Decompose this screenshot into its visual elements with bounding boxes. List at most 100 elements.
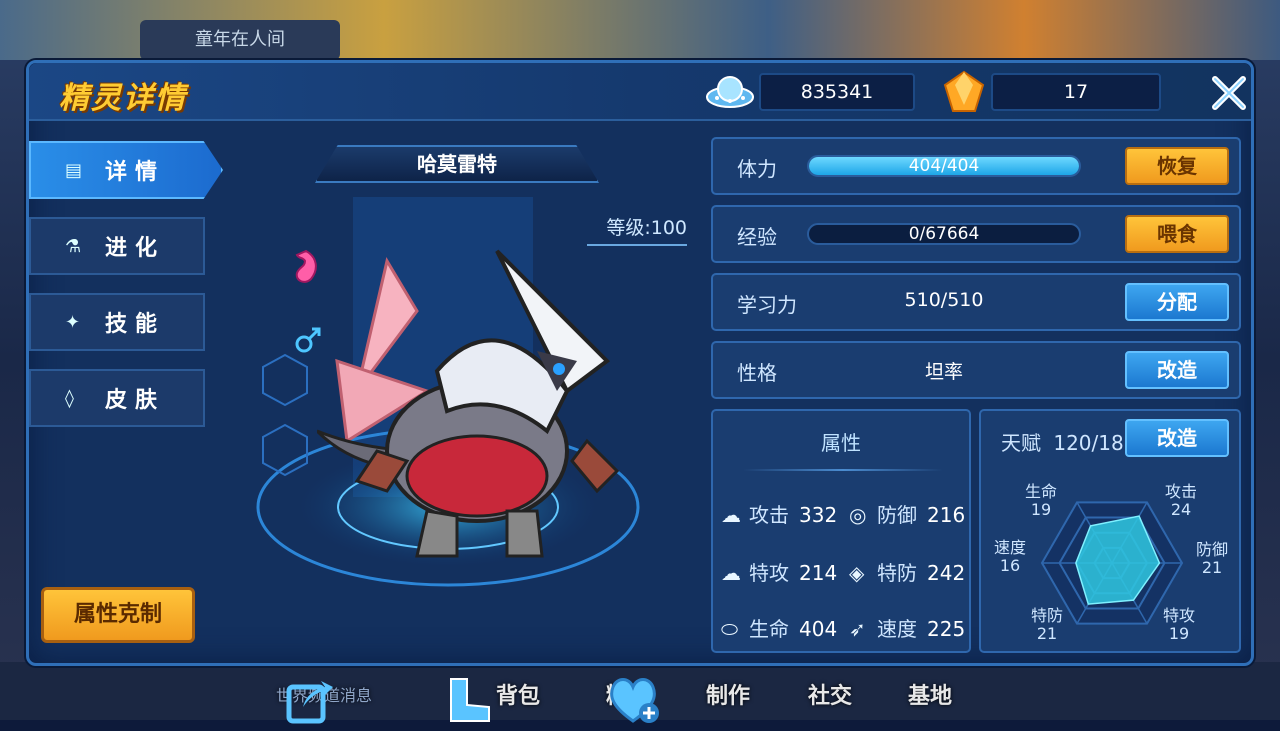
nature-row: 性格 坦率 改造 bbox=[711, 341, 1241, 399]
radar-defense-name: 防御 bbox=[1195, 540, 1228, 559]
attr-speed-value: 225 bbox=[927, 617, 966, 641]
radar-speed-name: 速度 bbox=[993, 538, 1026, 557]
radar-label-hp: 生命 19 bbox=[1011, 483, 1071, 519]
talent-label: 天赋 bbox=[1001, 431, 1041, 455]
talent-value: 120/186 bbox=[1053, 431, 1137, 455]
restore-button[interactable]: 恢复 bbox=[1125, 147, 1229, 185]
radar-label-defense: 防御 21 bbox=[1185, 541, 1239, 577]
hp-label: 体力 bbox=[737, 157, 777, 181]
pet-stage: 哈莫雷特 等级:100 bbox=[247, 137, 697, 724]
attr-attack: ☁ 攻击 332 bbox=[721, 499, 837, 528]
talent-header: 天赋 120/186 bbox=[1001, 427, 1136, 456]
attr-hp-label: 生命 bbox=[749, 617, 789, 641]
attack-icon: ☁ bbox=[721, 503, 741, 527]
hp-bar: 404/404 bbox=[807, 155, 1081, 177]
radar-label-speed: 速度 16 bbox=[983, 539, 1037, 575]
radar-sp-defense-value: 21 bbox=[1036, 624, 1058, 643]
nav-bag: 背包 bbox=[496, 684, 541, 709]
radar-attack-name: 攻击 bbox=[1164, 482, 1197, 501]
attr-attack-value: 332 bbox=[799, 503, 838, 527]
speed-icon: ➶ bbox=[849, 617, 866, 641]
ufo-coin-icon bbox=[705, 71, 755, 113]
tab-evolve-label: 进化 bbox=[105, 236, 166, 261]
hp-icon: ⬭ bbox=[721, 617, 739, 641]
nature-label: 性格 bbox=[737, 361, 777, 385]
exp-row: 经验 0/67664 喂食 bbox=[711, 205, 1241, 263]
learn-row: 学习力 510/510 分配 bbox=[711, 273, 1241, 331]
exp-bar: 0/67664 bbox=[807, 223, 1081, 245]
tab-evolve[interactable]: ⚗ 进化 bbox=[29, 217, 205, 275]
defense-icon: ◎ bbox=[849, 503, 867, 527]
attributes-divider bbox=[743, 469, 943, 471]
share-button[interactable] bbox=[283, 673, 337, 727]
heart-plus-icon bbox=[610, 678, 659, 723]
radar-attack-value: 24 bbox=[1170, 500, 1192, 519]
tab-skills-label: 技能 bbox=[105, 312, 166, 337]
radar-speed-value: 16 bbox=[999, 556, 1021, 575]
nature-modify-button[interactable]: 改造 bbox=[1125, 351, 1229, 389]
attributes-title: 属性 bbox=[821, 431, 861, 455]
panel-title: 精灵详情 bbox=[59, 81, 187, 116]
radar-sp-attack-name: 特攻 bbox=[1162, 606, 1195, 625]
talent-modify-button[interactable]: 改造 bbox=[1125, 419, 1229, 457]
attr-hp: ⬭ 生命 404 bbox=[721, 613, 837, 642]
attr-sp-attack-value: 214 bbox=[799, 561, 838, 585]
radar-sp-defense-name: 特防 bbox=[1030, 606, 1063, 625]
type-chart-button[interactable]: 属性克制 bbox=[41, 587, 195, 643]
hp-row: 体力 404/404 恢复 bbox=[711, 137, 1241, 195]
detail-icon: ▤ bbox=[65, 159, 83, 181]
tab-skills[interactable]: ✦ 技能 bbox=[29, 293, 205, 351]
attr-defense-label: 防御 bbox=[877, 503, 917, 527]
sp-attack-icon: ☁ bbox=[721, 561, 741, 585]
panel-header: 精灵详情 835341 17 bbox=[29, 63, 1251, 121]
attr-attack-label: 攻击 bbox=[749, 503, 789, 527]
radar-hp-value: 19 bbox=[1030, 500, 1052, 519]
favorite-button[interactable] bbox=[607, 673, 661, 727]
attr-sp-attack-label: 特攻 bbox=[749, 561, 789, 585]
learn-value: 510/510 bbox=[904, 289, 984, 311]
pet-name: 哈莫雷特 bbox=[315, 145, 599, 183]
tab-detail-label: 详情 bbox=[105, 160, 166, 185]
background-banner: 童年在人间 bbox=[140, 20, 340, 60]
attr-hp-value: 404 bbox=[799, 617, 838, 641]
attr-sp-defense: ◈ 特防 242 bbox=[849, 557, 965, 586]
close-button[interactable] bbox=[1209, 73, 1249, 113]
gem-icon bbox=[941, 69, 987, 115]
feed-button[interactable]: 喂食 bbox=[1125, 215, 1229, 253]
equipment-button[interactable] bbox=[443, 673, 497, 727]
nav-social: 社交 bbox=[808, 684, 853, 709]
attr-sp-defense-value: 242 bbox=[927, 561, 966, 585]
tab-skin-label: 皮肤 bbox=[105, 388, 166, 413]
radar-label-sp-defense: 特防 21 bbox=[1017, 607, 1077, 643]
skill-icon: ✦ bbox=[65, 311, 81, 333]
pet-detail-panel: 精灵详情 835341 17 ▤ 详情 ⚗ 进化 ✦ 技能 ◊ 皮肤 属性克制 … bbox=[26, 60, 1254, 724]
attr-defense-value: 216 bbox=[927, 503, 966, 527]
learn-label: 学习力 bbox=[737, 293, 797, 317]
attr-sp-attack: ☁ 特攻 214 bbox=[721, 557, 837, 586]
exp-value: 0/67664 bbox=[908, 224, 980, 244]
pet-sprite bbox=[315, 241, 647, 561]
allocate-button[interactable]: 分配 bbox=[1125, 283, 1229, 321]
nature-value: 坦率 bbox=[924, 361, 963, 383]
tab-detail[interactable]: ▤ 详情 bbox=[29, 141, 223, 199]
close-icon bbox=[1212, 76, 1246, 110]
nav-base: 基地 bbox=[908, 684, 953, 709]
flask-icon: ⚗ bbox=[65, 235, 82, 257]
attr-speed-label: 速度 bbox=[877, 617, 917, 641]
hp-value: 404/404 bbox=[908, 156, 980, 176]
radar-hp-name: 生命 bbox=[1024, 482, 1057, 501]
attr-speed: ➶ 速度 225 bbox=[849, 613, 965, 642]
exp-label: 经验 bbox=[737, 225, 777, 249]
drop-icon: ◊ bbox=[65, 387, 74, 409]
boot-icon bbox=[450, 678, 490, 722]
tab-skin[interactable]: ◊ 皮肤 bbox=[29, 369, 205, 427]
nav-craft: 制作 bbox=[706, 684, 751, 709]
radar-sp-attack-value: 19 bbox=[1168, 624, 1190, 643]
gem-amount: 17 bbox=[991, 73, 1161, 111]
radar-label-attack: 攻击 24 bbox=[1151, 483, 1211, 519]
sp-defense-icon: ◈ bbox=[849, 561, 865, 585]
coin-amount: 835341 bbox=[759, 73, 915, 111]
radar-label-sp-attack: 特攻 19 bbox=[1149, 607, 1209, 643]
attr-sp-defense-label: 特防 bbox=[877, 561, 917, 585]
attributes-box: 属性 ☁ 攻击 332 ◎ 防御 216 ☁ 特攻 214 ◈ 特防 242 ⬭ 生命 404 ➶ 速… bbox=[711, 409, 971, 653]
